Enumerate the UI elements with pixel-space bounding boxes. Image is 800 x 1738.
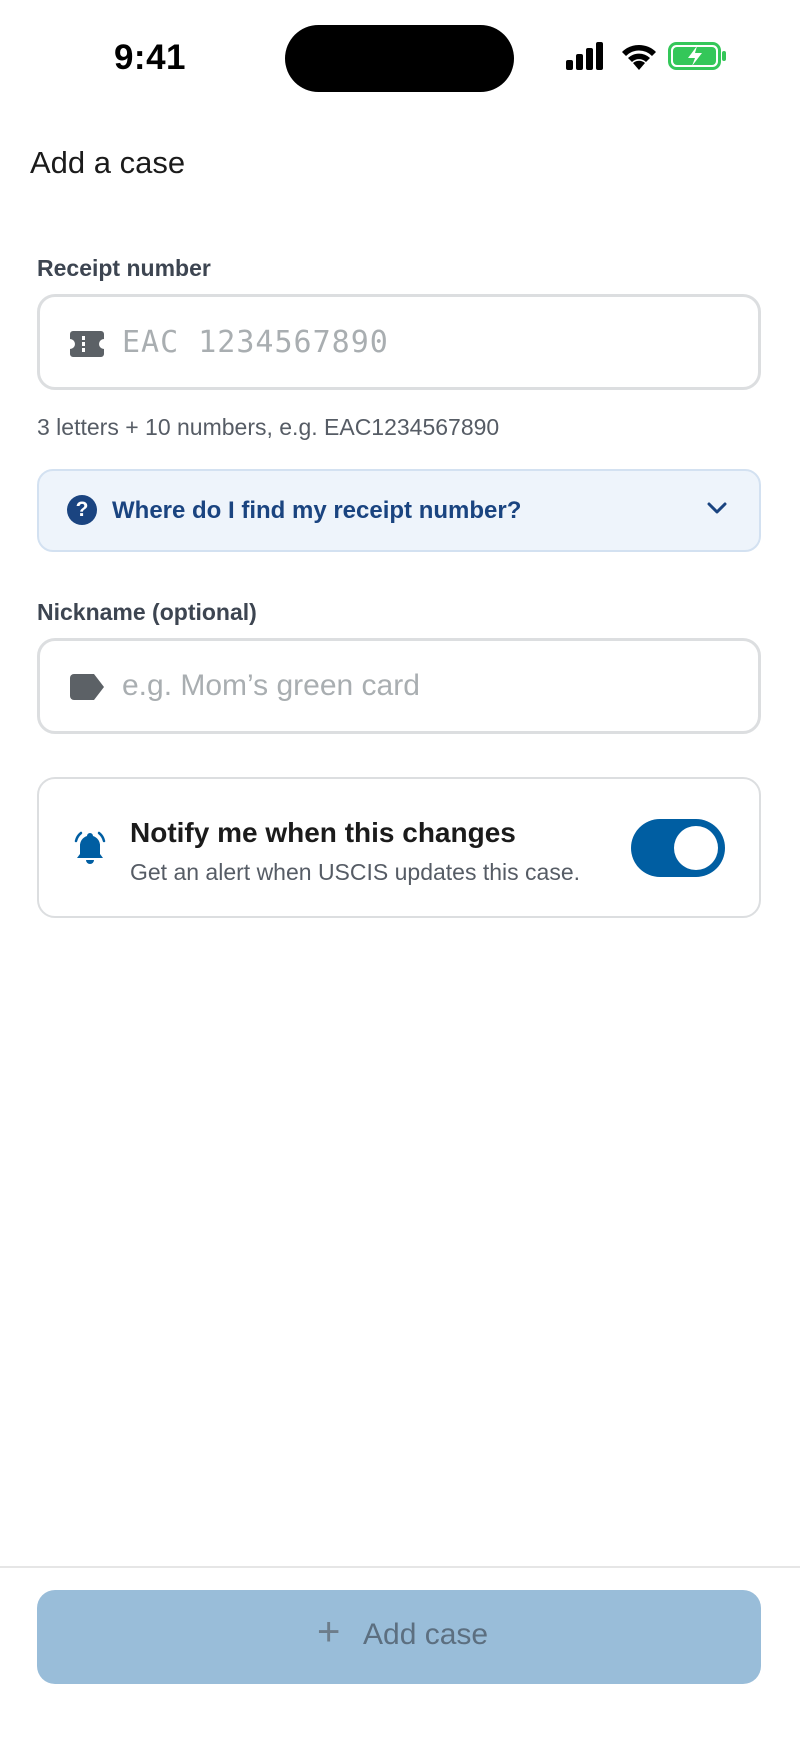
wifi-icon bbox=[622, 44, 656, 70]
receipt-help-label: Where do I find my receipt number? bbox=[112, 497, 522, 524]
signal-icon bbox=[566, 42, 603, 70]
receipt-number-field[interactable] bbox=[37, 294, 761, 390]
notify-card: Notify me when this changes Get an alert… bbox=[37, 777, 761, 918]
plus-icon: + bbox=[317, 1610, 341, 1654]
bell-ringing-icon bbox=[74, 831, 106, 864]
nickname-input[interactable] bbox=[122, 641, 732, 731]
chevron-down-icon bbox=[707, 502, 727, 514]
toggle-knob bbox=[674, 826, 718, 870]
receipt-help-accordion[interactable]: ? Where do I find my receipt number? bbox=[37, 469, 761, 552]
nickname-field[interactable] bbox=[37, 638, 761, 734]
receipt-number-input[interactable] bbox=[122, 297, 732, 387]
notify-title: Notify me when this changes bbox=[130, 817, 516, 848]
receipt-number-hint: 3 letters + 10 numbers, e.g. EAC12345678… bbox=[37, 414, 500, 440]
question-circle-icon: ? bbox=[67, 495, 97, 525]
receipt-number-label: Receipt number bbox=[37, 255, 211, 281]
status-bar: 9:41 bbox=[0, 0, 800, 110]
page-title: Add a case bbox=[30, 145, 186, 180]
notify-subtitle: Get an alert when USCIS updates this cas… bbox=[130, 859, 581, 885]
status-time: 9:41 bbox=[113, 38, 187, 77]
nickname-label: Nickname (optional) bbox=[37, 599, 257, 625]
battery-charging-icon bbox=[668, 42, 726, 70]
tag-icon bbox=[70, 674, 104, 700]
dynamic-island bbox=[285, 25, 514, 92]
add-case-button[interactable]: + Add case bbox=[37, 1590, 761, 1684]
add-case-label: Add case bbox=[363, 1618, 489, 1651]
notify-toggle[interactable] bbox=[631, 819, 725, 877]
ticket-icon bbox=[70, 331, 104, 357]
footer-divider bbox=[0, 1566, 800, 1568]
